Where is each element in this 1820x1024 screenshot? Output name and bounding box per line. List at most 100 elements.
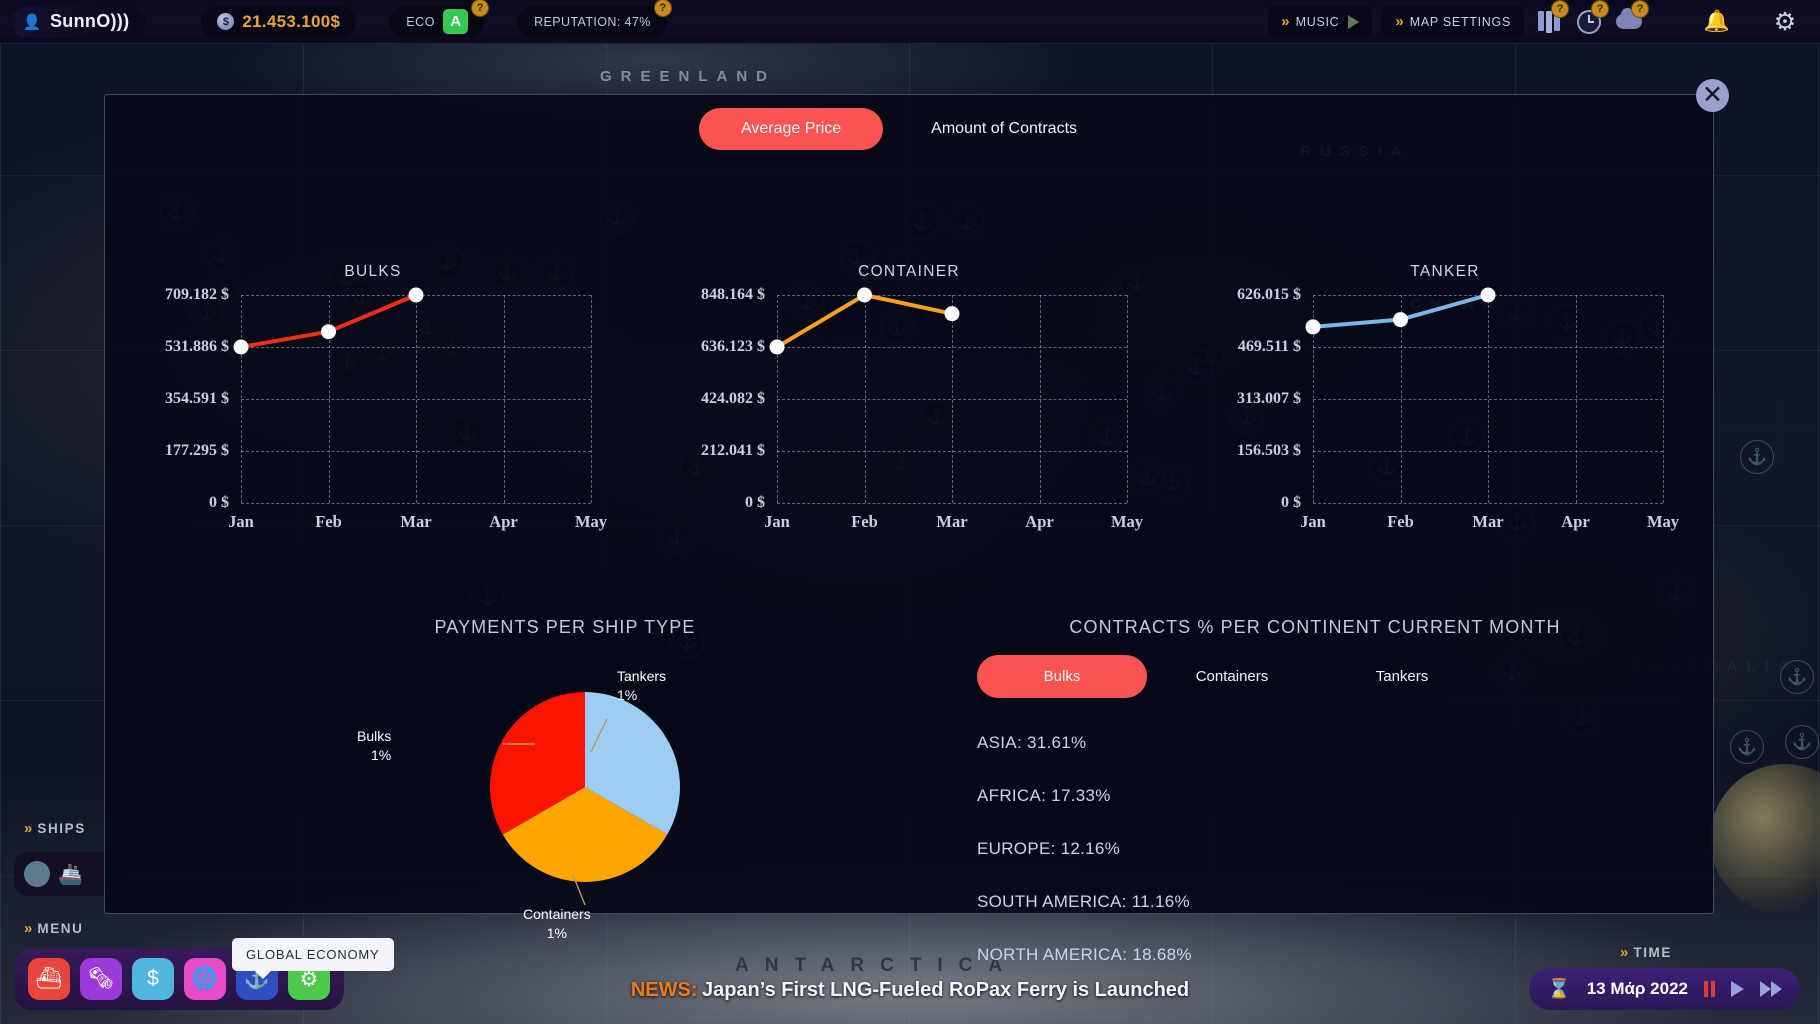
data-point[interactable] (1481, 288, 1496, 303)
money-pill: $ 21.453.100$ (201, 6, 356, 38)
continent-row: NORTH AMERICA: 18.68% (977, 945, 1192, 965)
y-axis-tick: 848.164 $ (701, 286, 765, 304)
pie-label-tankers-name: Tankers (617, 668, 666, 684)
play-icon[interactable] (1731, 981, 1744, 997)
gridline-vertical (1127, 295, 1128, 503)
map-weather-button[interactable]: ? (1614, 7, 1644, 37)
port-pin[interactable]: ⚓ (1785, 725, 1819, 759)
data-point[interactable] (321, 324, 336, 339)
chevron-right-icon: » (1620, 944, 1625, 961)
chevron-right-icon: » (1281, 13, 1286, 30)
x-axis-tick: Feb (315, 512, 342, 532)
data-point[interactable] (234, 340, 249, 355)
global-economy-tooltip: GLOBAL ECONOMY (232, 938, 394, 971)
map-layers-button[interactable]: ? (1534, 7, 1564, 37)
notifications-button[interactable]: 🔔 (1702, 7, 1732, 37)
data-point[interactable] (945, 306, 960, 321)
ships-hud-header[interactable]: » SHIPS (24, 820, 86, 837)
gear-icon: ⚙ (1774, 7, 1796, 37)
pie-label-containers-name: Containers (523, 906, 591, 922)
global-economy-icon[interactable]: 🌐 (184, 958, 226, 1000)
y-axis-tick: 424.082 $ (701, 390, 765, 408)
ships-label: SHIPS (37, 821, 86, 836)
menu-hud-header[interactable]: » MENU (24, 920, 84, 937)
continent-row: AFRICA: 17.33% (977, 786, 1192, 806)
chart-plot-area: 848.164 $636.123 $424.082 $212.041 $0 $J… (777, 295, 1127, 503)
close-icon[interactable]: ✕ (1696, 79, 1729, 112)
fast-forward-icon[interactable] (1760, 981, 1782, 997)
clock-help-icon[interactable]: ? (1591, 0, 1609, 18)
panel-tab-bar: Average PriceAmount of Contracts (699, 108, 1119, 150)
music-button[interactable]: » MUSIC (1268, 6, 1372, 38)
continent-row: SOUTH AMERICA: 11.16% (977, 892, 1192, 912)
y-axis-tick: 626.015 $ (1237, 286, 1301, 304)
chart-title: TANKER (1177, 263, 1713, 281)
gridline-horizontal (241, 503, 591, 504)
player-profile-pill[interactable]: 👤 SunnO))) (12, 6, 145, 38)
chart-bulks: BULKS709.182 $531.886 $354.591 $177.295 … (105, 263, 641, 503)
chart-series (777, 295, 1127, 503)
data-point[interactable] (857, 288, 872, 303)
ship-icon: 🚢 (58, 862, 83, 887)
map-settings-button[interactable]: » MAP SETTINGS (1382, 6, 1524, 38)
ship-icon[interactable]: ⛴ (28, 958, 70, 1000)
play-icon[interactable] (1348, 15, 1359, 29)
weather-help-icon[interactable]: ? (1631, 0, 1649, 18)
ship-type-tab-bar: BulksContainersTankers (977, 655, 1487, 698)
type-tab-tankers[interactable]: Tankers (1317, 655, 1487, 698)
ship-avatar (24, 861, 50, 887)
data-point[interactable] (770, 340, 785, 355)
chart-plot-area: 709.182 $531.886 $354.591 $177.295 $0 $J… (241, 295, 591, 503)
continent-percentage-list: ASIA: 31.61%AFRICA: 17.33%EUROPE: 12.16%… (977, 733, 1192, 998)
pie-svg (485, 687, 685, 887)
x-axis-tick: May (1647, 512, 1679, 532)
news-tag: NEWS: (631, 979, 698, 1001)
port-pin[interactable]: ⚓ (1780, 660, 1814, 694)
x-axis-tick: Mar (936, 512, 967, 532)
gridline-horizontal (777, 503, 1127, 504)
pie-label-bulks-name: Bulks (357, 728, 391, 744)
eco-label: ECO (406, 15, 435, 29)
data-point[interactable] (409, 288, 424, 303)
pie-label-containers: Containers 1% (523, 905, 591, 943)
y-axis-tick: 156.503 $ (1237, 442, 1301, 460)
y-axis-tick: 177.295 $ (165, 442, 229, 460)
settings-button[interactable]: ⚙ (1770, 7, 1800, 37)
chart-tanker: TANKER626.015 $469.511 $313.007 $156.503… (1177, 263, 1713, 503)
map-clock-button[interactable]: ? (1574, 7, 1604, 37)
tab-amount-of-contracts[interactable]: Amount of Contracts (889, 108, 1119, 150)
music-label: MUSIC (1296, 15, 1340, 29)
payments-pie-chart: Bulks 1% Tankers 1% Containers 1% (485, 687, 685, 887)
pause-icon[interactable] (1704, 981, 1715, 997)
tab-average-price[interactable]: Average Price (699, 108, 883, 150)
time-control-dock: ⌛ 13 Μάρ 2022 (1529, 968, 1800, 1010)
coin-icon: $ (217, 13, 234, 30)
gridline-vertical (1663, 295, 1664, 503)
data-point[interactable] (1393, 312, 1408, 327)
news-icon[interactable]: 🗞 (80, 958, 122, 1000)
type-tab-containers[interactable]: Containers (1147, 655, 1317, 698)
time-hud-header[interactable]: » TIME (1620, 944, 1672, 961)
eco-help-icon[interactable]: ? (471, 0, 489, 17)
chevron-right-icon: » (1395, 13, 1400, 30)
eco-pill[interactable]: ECO A ? (390, 6, 484, 38)
username-label: SunnO))) (50, 11, 129, 32)
y-axis-tick: 354.591 $ (165, 390, 229, 408)
pie-chart-title: PAYMENTS PER SHIP TYPE (225, 617, 905, 638)
bell-icon: 🔔 (1704, 10, 1730, 34)
chevron-right-icon: » (24, 820, 29, 837)
port-pin[interactable]: ⚓ (1740, 440, 1774, 474)
y-axis-tick: 212.041 $ (701, 442, 765, 460)
finance-icon[interactable]: $ (132, 958, 174, 1000)
reputation-pill[interactable]: REPUTATION: 47% ? (518, 6, 667, 38)
reputation-help-icon[interactable]: ? (654, 0, 672, 17)
x-axis-tick: May (575, 512, 607, 532)
global-economy-panel: ✕ Average PriceAmount of Contracts BULKS… (104, 94, 1714, 914)
port-pin[interactable]: ⚓ (1730, 730, 1764, 764)
pie-label-tankers-value: 1% (617, 687, 637, 703)
x-axis-tick: Mar (1472, 512, 1503, 532)
data-point[interactable] (1306, 319, 1321, 334)
type-tab-bulks[interactable]: Bulks (977, 655, 1147, 698)
chart-container: CONTAINER848.164 $636.123 $424.082 $212.… (641, 263, 1177, 503)
layers-help-icon[interactable]: ? (1551, 0, 1569, 18)
